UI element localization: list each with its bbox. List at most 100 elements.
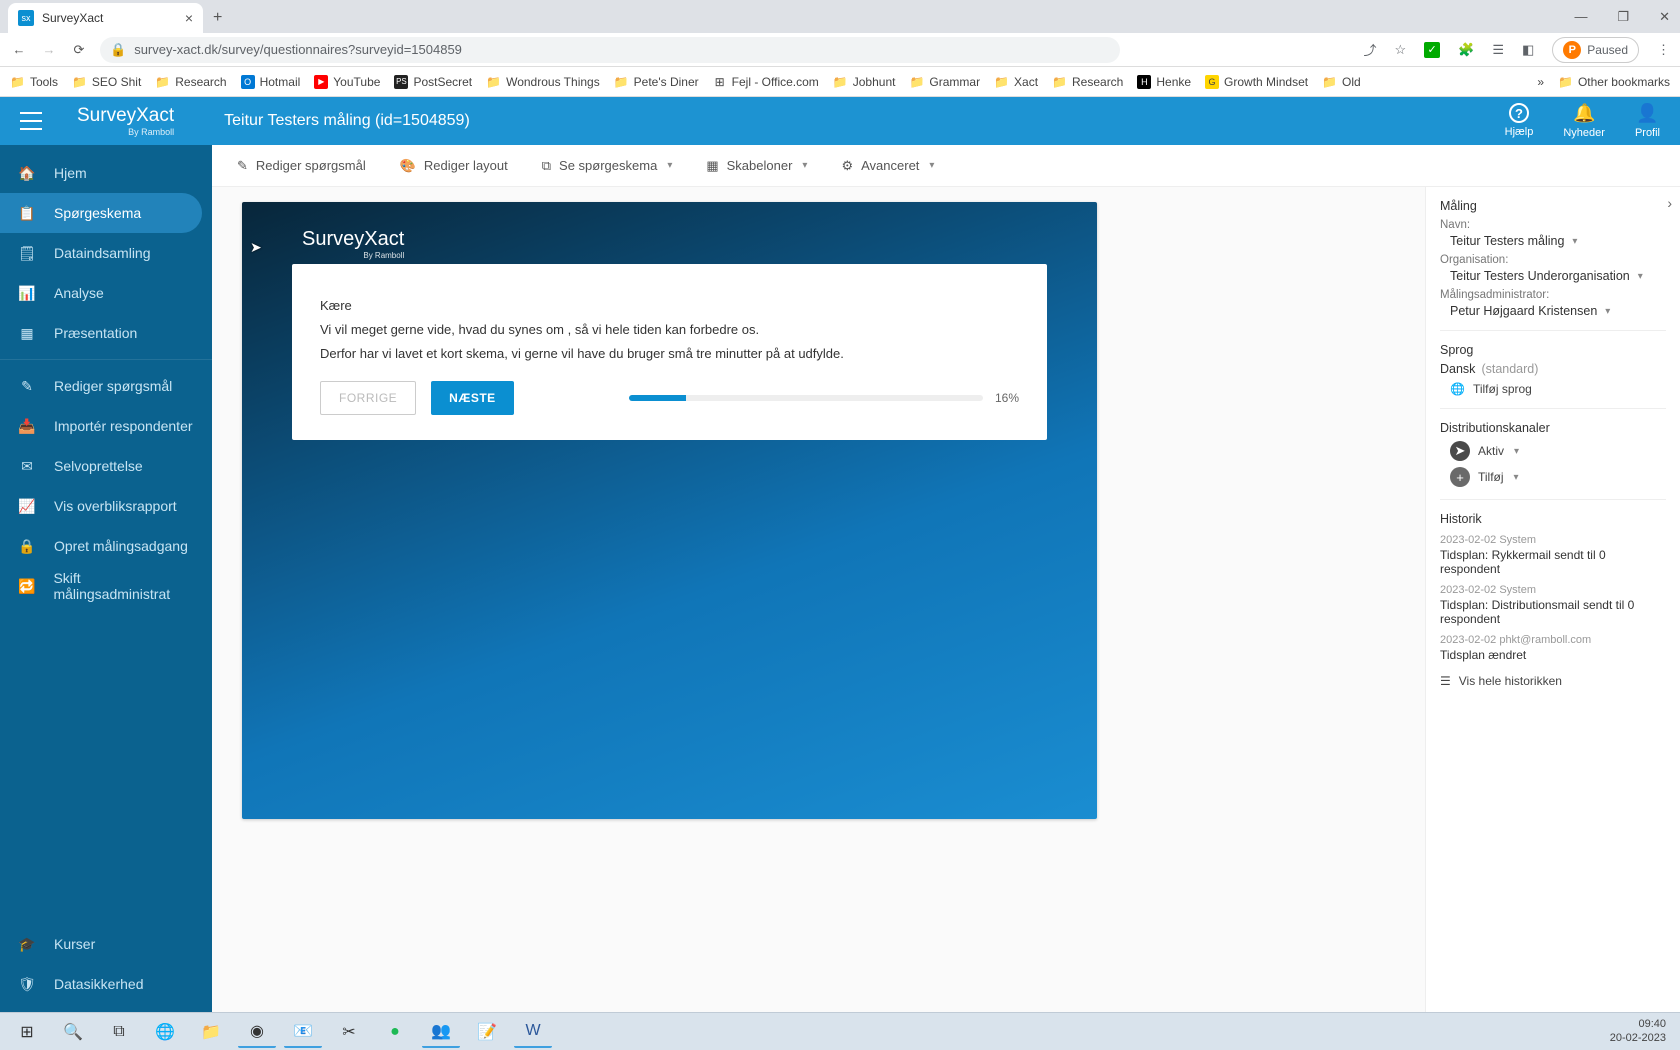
bookmark-item[interactable]: 📁Pete's Diner [614, 75, 699, 89]
sidebar-item-opret-målingsadgang[interactable]: 🔒Opret målingsadgang [0, 526, 212, 566]
list-icon: ☰ [1440, 674, 1451, 688]
bookmark-item[interactable]: 📁Research [155, 75, 226, 89]
help-button[interactable]: ? Hjælp [1505, 103, 1534, 139]
dist-active-label: Aktiv [1478, 444, 1504, 458]
next-button[interactable]: NÆSTE [431, 381, 514, 415]
reload-icon[interactable]: ⟳ [70, 42, 88, 58]
outlook-icon[interactable]: 📧 [284, 1016, 322, 1048]
taskbar-date: 20-02-2023 [1610, 1032, 1666, 1045]
bookmark-item[interactable]: OHotmail [241, 75, 301, 89]
progress-fill [629, 395, 686, 401]
taskbar-time: 09:40 [1610, 1018, 1666, 1031]
sidebar-item-dataindsamling[interactable]: 🗒Dataindsamling [0, 233, 212, 273]
other-bookmarks-button[interactable]: 📁 Other bookmarks [1558, 75, 1670, 89]
teams-icon[interactable]: 👥 [422, 1016, 460, 1048]
snip-icon[interactable]: ✂ [330, 1016, 368, 1048]
bookmark-item[interactable]: 📁SEO Shit [72, 75, 141, 89]
minimize-icon[interactable]: ― [1574, 9, 1587, 24]
address-right-icons: ⤴ ☆ ✓ 🧩 ☰ ◧ P Paused ⋮ [1363, 37, 1670, 63]
hamburger-button[interactable] [20, 112, 42, 130]
dist-add-button[interactable]: + Tilføj ▾ [1440, 467, 1666, 487]
search-icon[interactable]: 🔍 [54, 1016, 92, 1048]
sidebar-item-analyse[interactable]: 📊Analyse [0, 273, 212, 313]
side-panel-icon[interactable]: ◧ [1522, 42, 1534, 58]
sidebar-item-label: Vis overbliksrapport [54, 498, 177, 514]
translate-icon: 🌐 [1450, 382, 1465, 396]
bookmark-item[interactable]: 📁Tools [10, 75, 58, 89]
close-window-icon[interactable]: ✕ [1659, 9, 1670, 25]
news-button[interactable]: 🔔 Nyheder [1563, 103, 1605, 139]
sidebar-item-skift-målingsadministrat[interactable]: 🔁Skift målingsadministrat [0, 566, 212, 606]
bookmark-item[interactable]: GGrowth Mindset [1205, 75, 1308, 89]
bookmark-label: Growth Mindset [1224, 75, 1308, 89]
back-icon[interactable]: ← [10, 42, 28, 57]
check-ext-icon[interactable]: ✓ [1424, 42, 1440, 58]
bookmark-item[interactable]: 📁Grammar [909, 75, 980, 89]
tab-close-icon[interactable]: × [185, 10, 193, 26]
survey-card: Kære Vi vil meget gerne vide, hvad du sy… [292, 264, 1047, 440]
profile-paused-pill[interactable]: P Paused [1552, 37, 1639, 63]
edit-layout-button[interactable]: 🎨 Rediger layout [400, 158, 508, 174]
share-icon[interactable]: ⤴ [1363, 40, 1376, 59]
sidebar-item-label: Importér respondenter [54, 418, 193, 434]
show-full-history-label: Vis hele historikken [1459, 674, 1562, 688]
sidebar-item-hjem[interactable]: 🏠Hjem [0, 153, 212, 193]
extensions-icon[interactable]: 🧩 [1458, 42, 1474, 58]
progress-wrap: 16% [629, 391, 1019, 405]
sidebar-item-vis-overbliksrapport[interactable]: 📈Vis overbliksrapport [0, 486, 212, 526]
profile-button[interactable]: 👤 Profil [1635, 103, 1660, 139]
word-icon[interactable]: W [514, 1016, 552, 1048]
view-survey-button[interactable]: ⧉ Se spørgeskema ▾ [542, 158, 673, 174]
sidebar-item-import-r-respondenter[interactable]: 📥Importér respondenter [0, 406, 212, 446]
sidebar-item-label: Spørgeskema [54, 205, 141, 221]
rp-admin-value[interactable]: Petur Højgaard Kristensen▾ [1440, 304, 1666, 318]
address-input[interactable]: 🔒 survey-xact.dk/survey/questionnaires?s… [100, 37, 1120, 63]
chrome-icon[interactable]: ◉ [238, 1016, 276, 1048]
task-view-icon[interactable]: ⧉ [100, 1016, 138, 1048]
sidebar-item-præsentation[interactable]: ▦Præsentation [0, 313, 212, 353]
editor-toolbar: ✎ Rediger spørgsmål 🎨 Rediger layout ⧉ S… [212, 145, 1680, 187]
add-language-button[interactable]: 🌐 Tilføj sprog [1440, 382, 1666, 396]
sidebar-item-kurser[interactable]: 🎓Kurser [0, 924, 212, 964]
bookmark-item[interactable]: 📁Wondrous Things [486, 75, 600, 89]
star-icon[interactable]: ☆ [1395, 42, 1407, 58]
show-full-history-button[interactable]: ☰ Vis hele historikken [1440, 674, 1666, 688]
edit-questions-button[interactable]: ✎ Rediger spørgsmål [237, 158, 366, 174]
forward-icon[interactable]: → [40, 42, 58, 57]
new-tab-button[interactable]: + [213, 9, 222, 27]
rp-name-label: Navn: [1440, 219, 1666, 231]
sidebar-item-spørgeskema[interactable]: 📋Spørgeskema [0, 193, 202, 233]
maximize-icon[interactable]: ❐ [1617, 9, 1629, 25]
bookmark-item[interactable]: 📁Research [1052, 75, 1123, 89]
sidebar-item-rediger-spørgsmål[interactable]: ✎Rediger spørgsmål [0, 366, 212, 406]
reading-list-icon[interactable]: ☰ [1492, 42, 1504, 58]
spotify-icon[interactable]: ● [376, 1016, 414, 1048]
bookmark-item[interactable]: 📁Xact [994, 75, 1038, 89]
menu-dots-icon[interactable]: ⋮ [1657, 42, 1670, 58]
panel-collapse-icon[interactable]: › [1667, 195, 1672, 211]
bookmark-item[interactable]: PSPostSecret [394, 75, 472, 89]
chevron-down-icon: ▾ [929, 160, 934, 171]
sidebar-item-selvoprettelse[interactable]: ✉Selvoprettelse [0, 446, 212, 486]
bookmarks-overflow-icon[interactable]: » [1537, 75, 1544, 89]
taskbar-clock[interactable]: 09:40 20-02-2023 [1610, 1018, 1672, 1044]
bookmark-item[interactable]: 📁Jobhunt [833, 75, 896, 89]
dist-active-button[interactable]: ➤ Aktiv ▾ [1440, 441, 1666, 461]
explorer-icon[interactable]: 📁 [192, 1016, 230, 1048]
rp-name-value[interactable]: Teitur Testers måling▾ [1440, 234, 1666, 248]
bookmark-item[interactable]: HHenke [1137, 75, 1191, 89]
folder-icon: 📁 [994, 75, 1009, 89]
chevron-down-icon: ▾ [1514, 446, 1519, 457]
sidebar-item-datasikkerhed[interactable]: 🛡Datasikkerhed [0, 964, 212, 1004]
advanced-button[interactable]: ⚙ Avanceret ▾ [841, 158, 934, 174]
notes-icon[interactable]: 📝 [468, 1016, 506, 1048]
rp-org-value[interactable]: Teitur Testers Underorganisation▾ [1440, 269, 1666, 283]
start-button[interactable]: ⊞ [8, 1016, 46, 1048]
edge-icon[interactable]: 🌐 [146, 1016, 184, 1048]
templates-button[interactable]: ▦ Skabeloner ▾ [706, 158, 807, 174]
browser-tab[interactable]: sx SurveyXact × [8, 3, 203, 33]
bookmark-item[interactable]: ▶YouTube [314, 75, 380, 89]
bookmark-item[interactable]: ⊞Fejl - Office.com [713, 75, 819, 89]
sidebar-item-label: Datasikkerhed [54, 976, 144, 992]
bookmark-item[interactable]: 📁Old [1322, 75, 1361, 89]
